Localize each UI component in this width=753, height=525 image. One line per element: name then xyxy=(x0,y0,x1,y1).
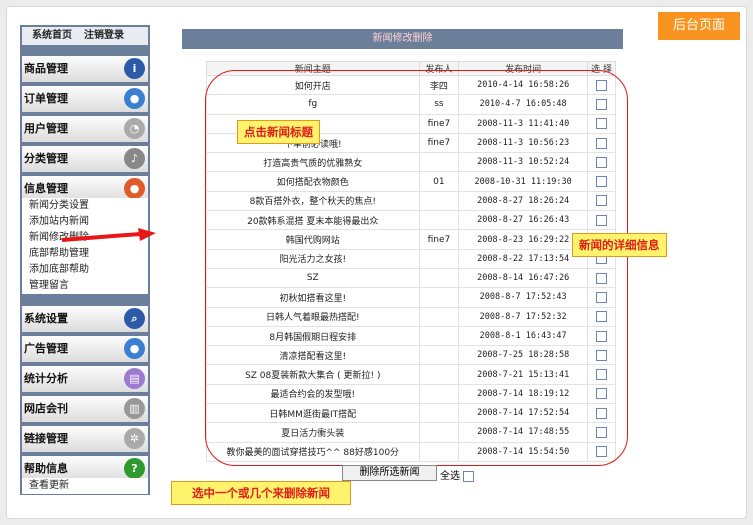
panel-title: 新闻修改删除 xyxy=(182,29,623,49)
section-links[interactable]: 链接管理 ✲ xyxy=(22,426,148,452)
callout-delete-tip: 选中一个或几个来删除新闻 xyxy=(171,481,351,505)
sub-news-category[interactable]: 新闻分类设置 xyxy=(22,198,148,214)
top-nav: 系统首页 注销登录 xyxy=(22,27,148,45)
info-icon: i xyxy=(124,58,145,79)
record-icon: ● xyxy=(124,178,145,199)
help-icon: ? xyxy=(124,458,145,479)
section-stats[interactable]: 统计分析 ▤ xyxy=(22,366,148,392)
gear-icon: ✲ xyxy=(124,428,145,449)
select-all-label: 全选 xyxy=(440,471,460,482)
delete-selected-button[interactable]: 删除所选新闻 xyxy=(342,465,437,481)
callout-title-tip: 点击新闻标题 xyxy=(237,120,320,144)
music-icon: ♪ xyxy=(124,148,145,169)
logout-link[interactable]: 注销登录 xyxy=(84,27,124,45)
section-product[interactable]: 商品管理 i xyxy=(22,56,148,82)
select-all-checkbox[interactable] xyxy=(463,470,475,482)
clock-icon: ◔ xyxy=(124,118,145,139)
globe-icon: ● xyxy=(124,338,145,359)
section-ads[interactable]: 广告管理 ● xyxy=(22,336,148,362)
sub-footer-help[interactable]: 底部帮助管理 xyxy=(22,246,148,262)
window-icon: ▤ xyxy=(124,368,145,389)
sub-add-footer-help[interactable]: 添加底部帮助 xyxy=(22,262,148,278)
admin-page-tag: 后台页面 xyxy=(658,12,740,40)
document-icon: ▥ xyxy=(124,398,145,419)
section-system[interactable]: 系统设置 ⌕ xyxy=(22,306,148,332)
section-category[interactable]: 分类管理 ♪ xyxy=(22,146,148,172)
callout-detail-tip: 新闻的详细信息 xyxy=(572,233,667,257)
section-user[interactable]: 用户管理 ◔ xyxy=(22,116,148,142)
search-icon: ⌕ xyxy=(124,308,145,329)
globe-icon: ● xyxy=(124,88,145,109)
sub-messages[interactable]: 管理留言 xyxy=(22,278,148,294)
section-newsletter[interactable]: 网店会刊 ▥ xyxy=(22,396,148,422)
bottom-bar: 删除所选新闻 全选 xyxy=(206,465,616,483)
section-order[interactable]: 订单管理 ● xyxy=(22,86,148,112)
help-submenu: 查看更新 xyxy=(22,478,148,494)
home-link[interactable]: 系统首页 xyxy=(32,27,72,45)
arrow-icon xyxy=(61,228,156,242)
select-all[interactable]: 全选 xyxy=(440,467,475,482)
sub-check-update[interactable]: 查看更新 xyxy=(22,478,148,494)
